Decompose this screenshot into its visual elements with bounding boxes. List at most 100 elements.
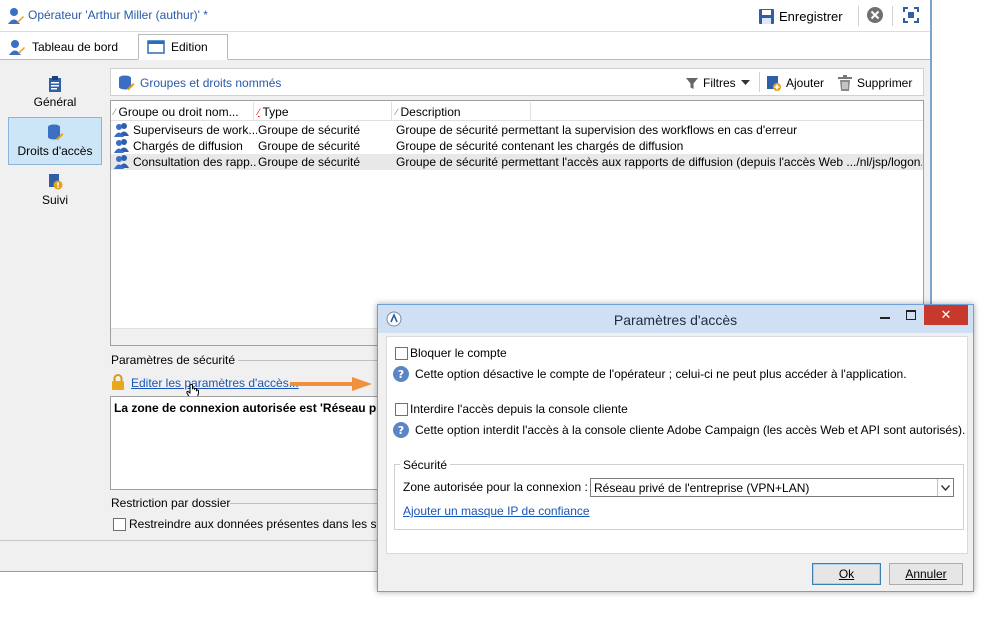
groups-panel-title: Groupes et droits nommés (118, 74, 281, 92)
delete-button[interactable]: Supprimer (838, 74, 912, 92)
column-header-label: Groupe ou droit nom... (118, 105, 239, 119)
chevron-down-icon (740, 80, 750, 85)
window-title: Opérateur 'Arthur Miller (authur)' * (28, 8, 208, 22)
sort-icon: ⁄ (396, 107, 398, 117)
sidebar-item-access-rights[interactable]: Droits d'accès (8, 117, 102, 165)
tracking-icon (49, 174, 63, 190)
block-console-checkbox[interactable] (395, 403, 408, 416)
cell-type: Groupe de sécurité (258, 123, 361, 137)
security-section-label: Paramètres de sécurité (111, 353, 236, 367)
dialog-close-button[interactable]: ✕ (924, 305, 968, 325)
security-group-icon (114, 155, 129, 169)
sidebar-item-general[interactable]: Général (8, 68, 102, 116)
zone-select[interactable]: Réseau privé de l'entreprise (VPN+LAN) (590, 478, 954, 497)
block-console-label: Interdire l'accès depuis la console clie… (410, 402, 628, 416)
table-row[interactable]: Superviseurs de work... Groupe de sécuri… (111, 122, 923, 138)
add-ip-mask-link[interactable]: Ajouter un masque IP de confiance (403, 504, 590, 518)
maximize-button[interactable] (898, 305, 924, 325)
access-rights-icon (48, 124, 64, 141)
save-label: Enregistrer (779, 8, 843, 24)
operator-icon (8, 8, 24, 24)
zone-select-value: Réseau privé de l'entreprise (VPN+LAN) (594, 480, 810, 495)
tab-edition[interactable]: Edition (138, 34, 228, 60)
block-account-checkbox[interactable] (395, 347, 408, 360)
sort-icon: ⁄ (114, 107, 116, 117)
groups-rights-icon (119, 75, 135, 91)
table-row-selected[interactable]: Consultation des rapp... Groupe de sécur… (111, 154, 923, 170)
column-separator[interactable] (391, 102, 392, 120)
cell-description: Groupe de sécurité permettant la supervi… (396, 123, 798, 137)
sidebar-item-label: Suivi (41, 193, 68, 207)
column-separator[interactable] (530, 102, 531, 120)
edit-form-icon (147, 40, 165, 54)
block-account-help: Cette option désactive le compte de l'op… (415, 367, 907, 381)
folder-restriction-label: Restriction par dossier (111, 496, 231, 510)
filter-icon (686, 77, 698, 89)
tab-dashboard-label: Tableau de bord (32, 40, 119, 54)
security-group-icon (114, 123, 129, 137)
sidebar-item-tracking[interactable]: Suivi (8, 166, 102, 214)
security-group-title: Sécurité (400, 458, 451, 472)
column-header-description[interactable]: ⁄ Description (396, 104, 526, 120)
orange-arrow-icon (290, 377, 372, 391)
delete-label: Supprimer (857, 76, 913, 90)
help-icon: ? (393, 366, 409, 382)
security-group-icon (114, 139, 129, 153)
block-account-label: Bloquer le compte (410, 346, 507, 360)
edit-access-params-link[interactable]: Editer les paramètres d'accès... (131, 376, 299, 390)
cell-type: Groupe de sécurité (258, 155, 361, 169)
lock-icon (112, 374, 124, 390)
tab-edition-label: Edition (171, 40, 208, 54)
filters-label: Filtres (703, 76, 736, 90)
ok-label: Ok (838, 567, 855, 581)
restrict-folder-label: Restreindre aux données présentes dans l… (129, 517, 390, 531)
column-header-label: Type (262, 105, 289, 119)
restrict-folder-checkbox[interactable] (113, 518, 126, 531)
add-label: Ajouter (786, 76, 825, 90)
sidebar-item-label: Droits d'accès (17, 144, 93, 158)
dashboard-icon (9, 40, 25, 55)
cell-description: Groupe de sécurité contenant les chargés… (396, 139, 684, 153)
close-icon: ✕ (940, 307, 952, 322)
section-divider (230, 503, 380, 504)
zone-select-dropdown[interactable] (937, 479, 953, 496)
help-icon: ? (393, 422, 409, 438)
table-row[interactable]: Chargés de diffusion Groupe de sécurité … (111, 138, 923, 154)
cell-name: Superviseurs de work... (133, 123, 257, 137)
cell-type: Groupe de sécurité (258, 139, 361, 153)
toolbar-separator (759, 72, 760, 92)
maximize-window-icon (906, 310, 916, 320)
security-groupbox (394, 464, 964, 530)
add-icon (767, 76, 781, 91)
column-separator[interactable] (253, 102, 254, 120)
cell-name: Consultation des rapp... (133, 155, 257, 169)
chevron-down-icon (941, 484, 950, 491)
ok-button[interactable]: Ok (812, 563, 881, 585)
sidebar-item-label: Général (33, 94, 77, 109)
groups-panel-title-label: Groupes et droits nommés (140, 76, 282, 90)
toolbar-separator (892, 6, 893, 26)
minimize-icon (880, 317, 890, 319)
access-zone-summary: La zone de connexion autorisée est 'Rése… (110, 396, 400, 490)
column-header-type[interactable]: ⁄ Type (258, 104, 388, 120)
filters-button[interactable]: Filtres (686, 74, 750, 92)
column-header-label: Description (400, 105, 461, 119)
toolbar-separator (858, 6, 859, 26)
block-console-help: Cette option interdit l'accès à la conso… (415, 423, 966, 437)
minimize-button[interactable] (872, 305, 898, 325)
add-button[interactable]: Ajouter (766, 74, 824, 92)
trash-icon (838, 75, 852, 91)
cancel-label: Annuler (905, 567, 947, 581)
maximize-icon[interactable] (902, 6, 920, 24)
cell-name: Chargés de diffusion (133, 139, 243, 153)
close-editor-icon[interactable] (866, 6, 884, 24)
tab-dashboard[interactable]: Tableau de bord (0, 34, 128, 60)
cell-description: Groupe de sécurité permettant l'accès au… (396, 155, 922, 169)
column-header-name[interactable]: ⁄ Groupe ou droit nom... (114, 104, 254, 120)
save-button[interactable]: Enregistrer (758, 6, 843, 26)
section-divider (238, 360, 388, 361)
cancel-button[interactable]: Annuler (889, 563, 963, 585)
sort-active-icon: ⁄ (258, 107, 260, 117)
zone-label: Zone autorisée pour la connexion : (403, 480, 588, 494)
clipboard-icon (49, 75, 61, 92)
